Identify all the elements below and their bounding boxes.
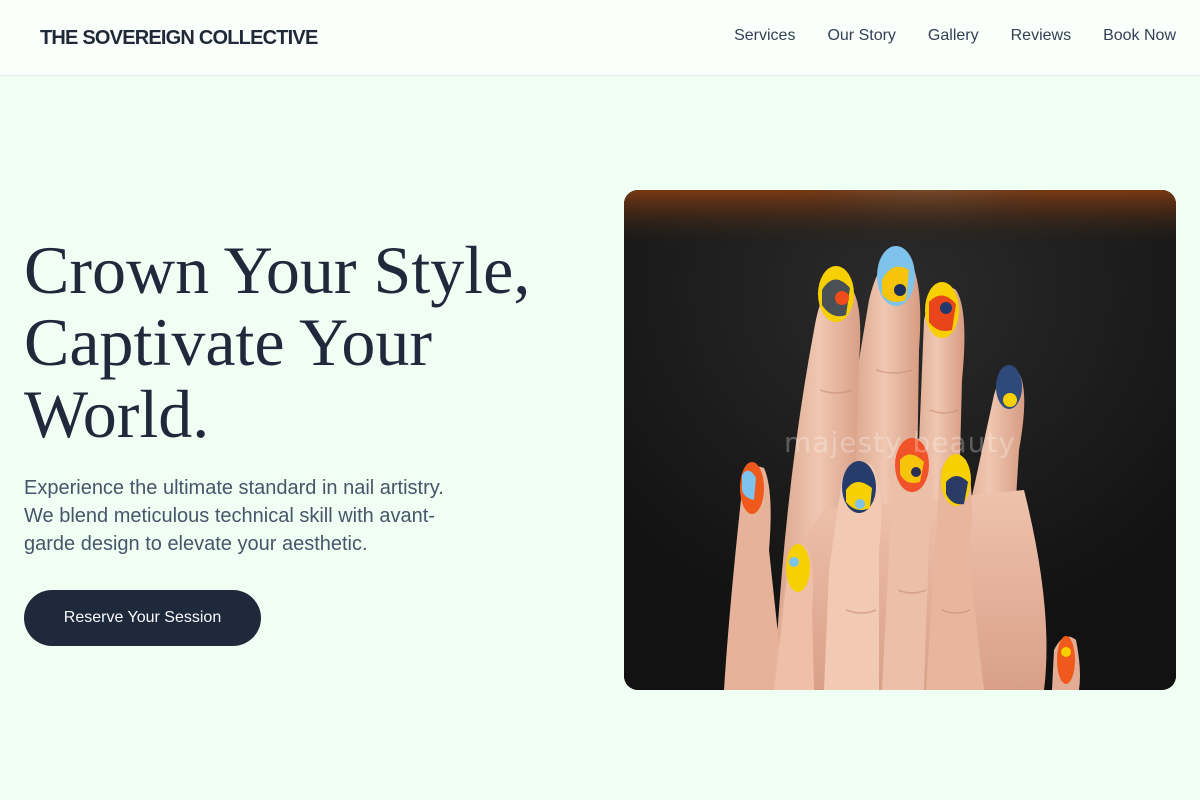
- nav-link-reviews[interactable]: Reviews: [1011, 26, 1071, 46]
- reserve-session-button[interactable]: Reserve Your Session: [24, 590, 261, 646]
- hero-title: Crown Your Style, Captivate Your World.: [24, 232, 531, 452]
- nav-link-our-story[interactable]: Our Story: [827, 26, 895, 46]
- brand-logo[interactable]: THE SOVEREIGN COLLECTIVE: [40, 26, 318, 50]
- hero-subtitle: Experience the ultimate standard in nail…: [24, 477, 444, 555]
- hands-with-painted-nails-illustration: [624, 190, 1176, 690]
- nav-link-gallery[interactable]: Gallery: [928, 26, 979, 46]
- nav-link-book-now[interactable]: Book Now: [1103, 26, 1176, 46]
- main-nav: Services Our Story Gallery Reviews Book …: [734, 26, 1176, 46]
- site-header: THE SOVEREIGN COLLECTIVE Services Our St…: [0, 0, 1200, 76]
- nav-link-services[interactable]: Services: [734, 26, 795, 46]
- hero-nail-art-image: majesty beauty: [624, 190, 1176, 690]
